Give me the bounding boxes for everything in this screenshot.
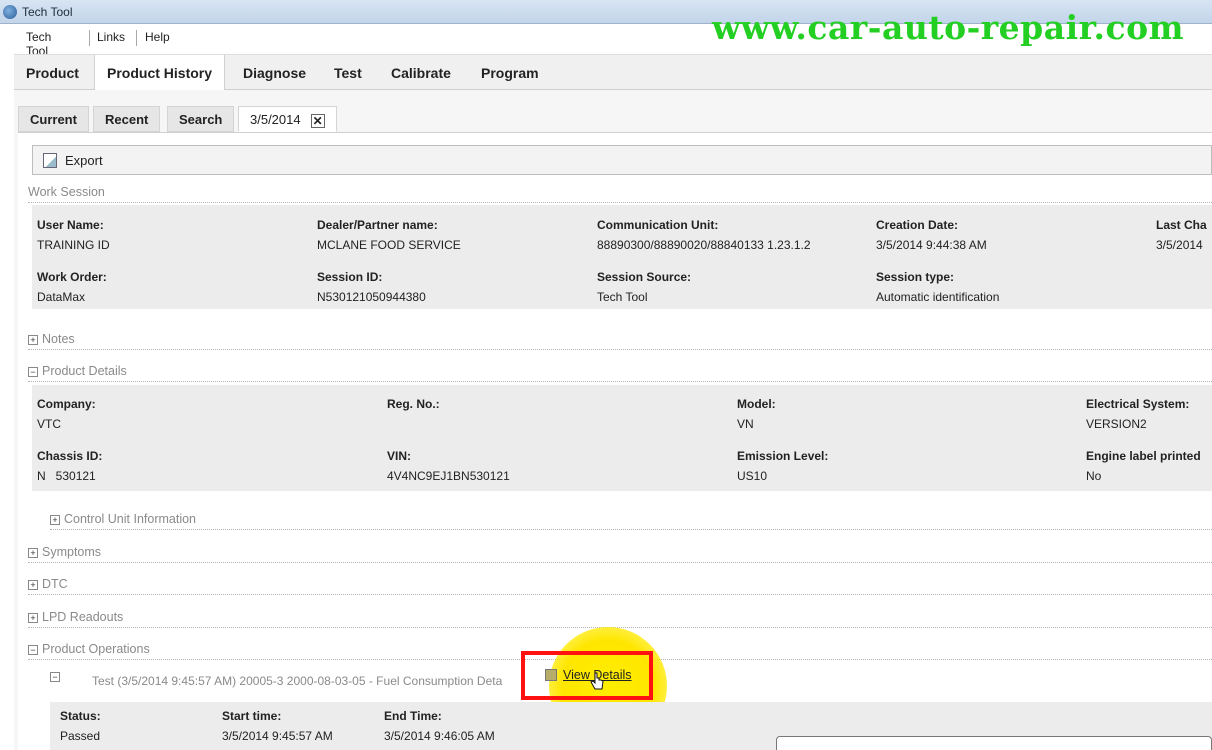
expand-icon[interactable]: + [28, 548, 38, 558]
tab-diagnose[interactable]: Diagnose [231, 55, 318, 91]
section-notes-title: Notes [42, 332, 75, 346]
section-product-operations-title: Product Operations [42, 642, 150, 656]
export-toolbar: Export [32, 145, 1212, 175]
expand-icon[interactable]: + [28, 335, 38, 345]
subtab-recent[interactable]: Recent [93, 106, 161, 132]
close-icon[interactable]: ✕ [310, 113, 325, 128]
status-label: Status: [60, 709, 101, 723]
status-value: Passed [60, 729, 101, 743]
export-icon [43, 153, 57, 168]
section-lpd-readouts: + LPD Readouts [28, 610, 1212, 628]
session-id-label: Session ID: [317, 270, 383, 284]
vin-label: VIN: [387, 449, 411, 463]
chassis-id-label: Chassis ID: [37, 449, 103, 463]
expand-icon[interactable]: + [28, 613, 38, 623]
last-changed-value: 3/5/2014 [1156, 238, 1203, 252]
model-label: Model: [737, 397, 776, 411]
session-type-label: Session type: [876, 270, 955, 284]
operation-label: Test (3/5/2014 9:45:57 AM) 20005-3 2000-… [92, 674, 503, 688]
menu-separator [136, 30, 137, 46]
hand-cursor-icon [590, 672, 604, 690]
expand-icon[interactable]: + [50, 515, 60, 525]
subtab-search[interactable]: Search [167, 106, 235, 132]
menu-item-links[interactable]: Links [97, 30, 125, 44]
dealer-label: Dealer/Partner name: [317, 218, 438, 232]
section-product-details: − Product Details [28, 364, 1212, 382]
expand-icon[interactable]: + [28, 580, 38, 590]
tab-product-history[interactable]: Product History [94, 55, 226, 91]
creation-date-value: 3/5/2014 9:44:38 AM [876, 238, 987, 252]
main-nav-tabs: Product Product History Diagnose Test Ca… [14, 54, 1212, 91]
model-value: VN [737, 417, 754, 431]
product-details-block: Company: VTC Reg. No.: Model: VN Electri… [32, 385, 1212, 491]
section-lpd-readouts-title: LPD Readouts [42, 610, 124, 624]
menu-item-help[interactable]: Help [145, 30, 170, 44]
subtab-session-date[interactable]: 3/5/2014 ✕ [238, 106, 337, 132]
tab-test[interactable]: Test [322, 55, 374, 91]
view-details-icon [545, 669, 557, 681]
collapse-icon[interactable]: − [28, 367, 38, 377]
engine-label-printed-value: No [1086, 469, 1102, 483]
section-work-session: Work Session [28, 185, 1212, 203]
view-details-button[interactable]: View Details [545, 668, 632, 682]
collapse-icon[interactable]: − [28, 645, 38, 655]
subtab-current[interactable]: Current [18, 106, 89, 132]
menu-separator [89, 30, 90, 46]
tab-program[interactable]: Program [469, 55, 551, 91]
session-source-value: Tech Tool [597, 290, 648, 304]
tab-calibrate[interactable]: Calibrate [379, 55, 463, 91]
tab-product[interactable]: Product [14, 55, 91, 91]
section-notes: + Notes [28, 332, 1212, 350]
comm-unit-value: 88890300/88890020/88840133 1.23.1.2 [597, 238, 811, 252]
section-symptoms: + Symptoms [28, 545, 1212, 563]
work-session-details: User Name: TRAINING ID Dealer/Partner na… [32, 205, 1212, 309]
electrical-system-label: Electrical System: [1086, 397, 1190, 411]
export-button[interactable]: Export [43, 151, 103, 171]
user-name-value: TRAINING ID [37, 238, 110, 252]
user-name-label: User Name: [37, 218, 104, 232]
section-control-unit-info-title: Control Unit Information [64, 512, 197, 526]
electrical-system-value: VERSION2 [1086, 417, 1147, 431]
end-time-value: 3/5/2014 9:46:05 AM [384, 729, 495, 743]
session-type-value: Automatic identification [876, 290, 1000, 304]
chassis-id-value: N 530121 [37, 469, 96, 483]
last-changed-label: Last Cha [1156, 218, 1207, 232]
emission-level-label: Emission Level: [737, 449, 829, 463]
comm-unit-label: Communication Unit: [597, 218, 719, 232]
collapse-icon[interactable]: − [50, 672, 60, 682]
work-order-label: Work Order: [37, 270, 107, 284]
session-id-value: N530121050944380 [317, 290, 426, 304]
app-icon [3, 5, 17, 19]
section-product-details-title: Product Details [42, 364, 127, 378]
company-value: VTC [37, 417, 61, 431]
section-symptoms-title: Symptoms [42, 545, 102, 559]
export-label: Export [65, 153, 103, 168]
company-label: Company: [37, 397, 96, 411]
section-work-session-title: Work Session [28, 185, 105, 199]
tooltip-popup [776, 736, 1212, 750]
start-time-label: Start time: [222, 709, 282, 723]
reg-no-label: Reg. No.: [387, 397, 440, 411]
watermark-text: www.car-auto-repair.com [712, 8, 1185, 47]
work-order-value: DataMax [37, 290, 86, 304]
end-time-label: End Time: [384, 709, 442, 723]
engine-label-printed-label: Engine label printed [1086, 449, 1201, 463]
subtab-session-date-label: 3/5/2014 [250, 112, 301, 127]
start-time-value: 3/5/2014 9:45:57 AM [222, 729, 333, 743]
section-control-unit-info: + Control Unit Information [50, 512, 1212, 530]
section-dtc-title: DTC [42, 577, 68, 591]
emission-level-value: US10 [737, 469, 768, 483]
window-title: Tech Tool [22, 5, 73, 19]
dealer-value: MCLANE FOOD SERVICE [317, 238, 461, 252]
creation-date-label: Creation Date: [876, 218, 959, 232]
session-source-label: Session Source: [597, 270, 692, 284]
vin-value: 4V4NC9EJ1BN530121 [387, 469, 510, 483]
section-dtc: + DTC [28, 577, 1212, 595]
